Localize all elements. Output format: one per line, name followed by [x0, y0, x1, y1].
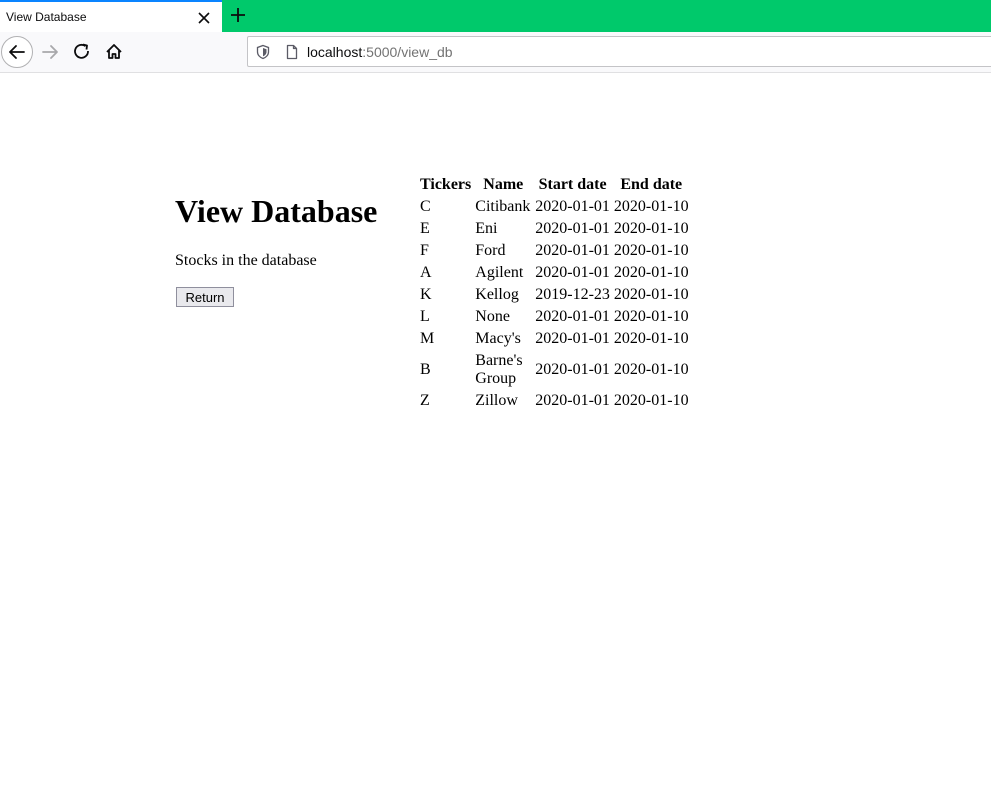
close-icon[interactable]: [194, 8, 214, 28]
back-arrow-icon[interactable]: [1, 36, 33, 68]
start-date-cell: 2020-01-01: [535, 264, 610, 281]
start-date-cell: 2020-01-01: [535, 361, 610, 378]
table-row: B Barne's Group 2020-01-01 2020-01-10: [419, 351, 690, 389]
home-icon[interactable]: [98, 36, 130, 68]
ticker-cell: Z: [420, 392, 430, 409]
ticker-cell: K: [420, 286, 432, 303]
end-date-cell: 2020-01-10: [613, 308, 689, 325]
table-row: E Eni 2020-01-01 2020-01-10: [419, 219, 690, 239]
name-cell: None: [475, 308, 510, 325]
name-cell: Agilent: [475, 264, 524, 281]
end-date-cell: 2020-01-10: [613, 242, 689, 259]
url-bar[interactable]: localhost:5000/view_db: [247, 36, 991, 67]
table-row: Z Zillow 2020-01-01 2020-01-10: [419, 391, 690, 411]
stocks-table: Tickers Name Start date End date C Citib…: [417, 173, 692, 413]
reload-icon[interactable]: [66, 36, 98, 68]
navigation-bar: localhost:5000/view_db: [0, 32, 991, 73]
start-date-cell: 2020-01-01: [535, 308, 610, 325]
left-panel: View Database Stocks in the database Ret…: [175, 193, 378, 307]
ticker-cell: A: [420, 264, 432, 281]
start-date-cell: 2020-01-01: [535, 242, 610, 259]
return-button[interactable]: Return: [176, 287, 234, 307]
column-header-tickers: Tickers: [420, 176, 472, 193]
page-icon: [284, 44, 300, 60]
name-cell: Macy's: [475, 330, 521, 347]
end-date-cell: 2020-01-10: [613, 330, 689, 347]
ticker-cell: F: [420, 242, 429, 259]
forward-arrow-icon[interactable]: [34, 36, 66, 68]
name-cell: Barne's Group: [475, 352, 523, 387]
ticker-cell: L: [420, 308, 430, 325]
start-date-cell: 2020-01-01: [535, 220, 610, 237]
ticker-cell: B: [420, 361, 431, 378]
end-date-cell: 2020-01-10: [613, 198, 689, 215]
end-date-cell: 2020-01-10: [613, 361, 689, 378]
page-subtitle: Stocks in the database: [175, 252, 317, 269]
tab-view-database[interactable]: View Database: [0, 0, 222, 32]
page-content: View Database Stocks in the database Ret…: [0, 73, 991, 787]
table-row: K Kellog 2019-12-23 2020-01-10: [419, 285, 690, 305]
column-header-name: Name: [483, 176, 524, 193]
table-header-row: Tickers Name Start date End date: [419, 175, 690, 195]
end-date-cell: 2020-01-10: [613, 264, 689, 281]
new-tab-plus-icon[interactable]: [227, 4, 249, 26]
url-path: :5000/view_db: [362, 44, 453, 60]
end-date-cell: 2020-01-10: [613, 220, 689, 237]
end-date-cell: 2020-01-10: [613, 286, 689, 303]
url-host: localhost: [307, 44, 363, 60]
start-date-cell: 2020-01-01: [535, 392, 610, 409]
name-cell: Kellog: [475, 286, 519, 303]
shield-icon[interactable]: [255, 44, 271, 60]
tab-strip: View Database: [0, 0, 991, 32]
tab-title: View Database: [6, 10, 87, 24]
name-cell: Eni: [475, 220, 498, 237]
ticker-cell: C: [420, 198, 431, 215]
table-row: A Agilent 2020-01-01 2020-01-10: [419, 263, 690, 283]
name-cell: Ford: [475, 242, 506, 259]
table-row: F Ford 2020-01-01 2020-01-10: [419, 241, 690, 261]
ticker-cell: M: [420, 330, 435, 347]
column-header-start-date: Start date: [538, 176, 607, 193]
start-date-cell: 2019-12-23: [535, 286, 610, 303]
table-row: M Macy's 2020-01-01 2020-01-10: [419, 329, 690, 349]
end-date-cell: 2020-01-10: [613, 392, 689, 409]
start-date-cell: 2020-01-01: [535, 198, 610, 215]
name-cell: Zillow: [475, 392, 518, 409]
name-cell: Citibank: [475, 198, 531, 215]
page-title: View Database: [175, 193, 378, 229]
column-header-end-date: End date: [620, 176, 683, 193]
start-date-cell: 2020-01-01: [535, 330, 610, 347]
table-row: C Citibank 2020-01-01 2020-01-10: [419, 197, 690, 217]
table-row: L None 2020-01-01 2020-01-10: [419, 307, 690, 327]
ticker-cell: E: [420, 220, 430, 237]
url-text[interactable]: localhost:5000/view_db: [307, 44, 453, 60]
